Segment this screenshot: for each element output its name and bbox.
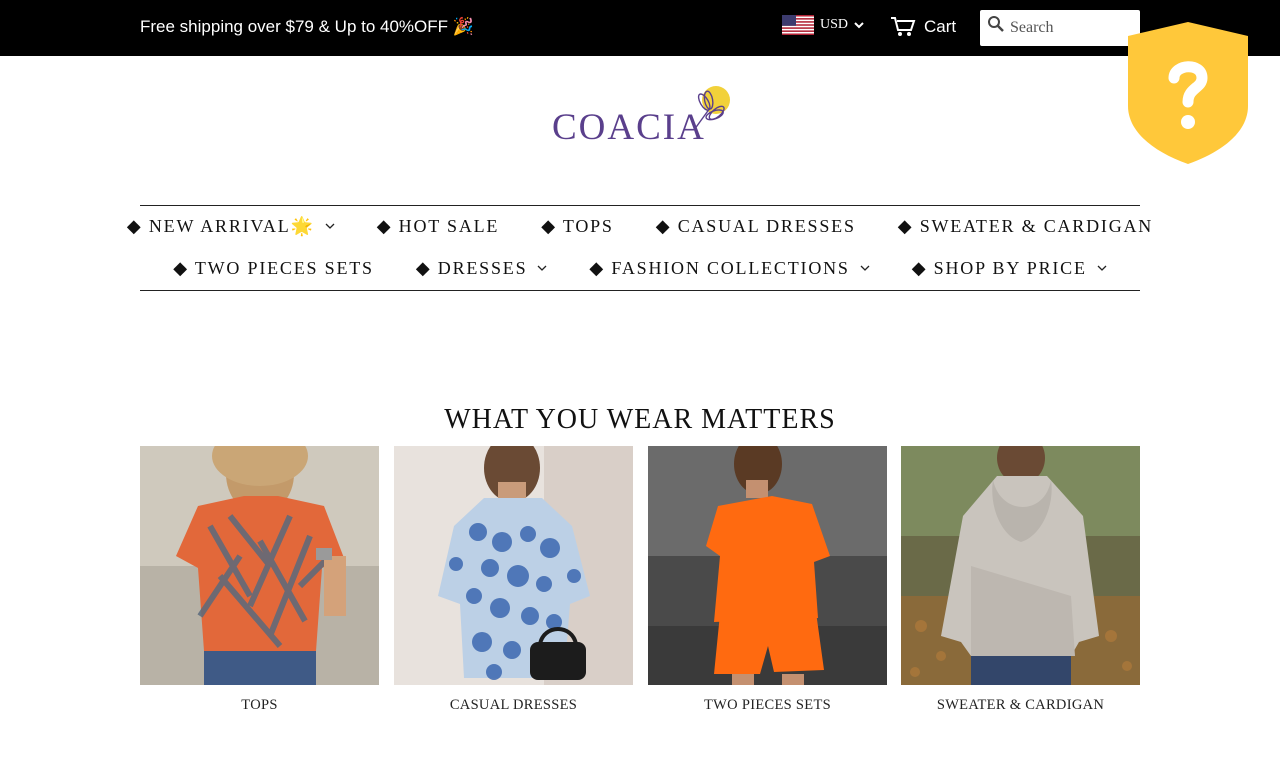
us-flag-icon xyxy=(782,15,814,35)
nav-item-label: ◆ CASUAL DRESSES xyxy=(655,215,856,236)
collection-image[interactable] xyxy=(394,446,633,685)
nav-item-new-arrival[interactable]: ◆ NEW ARRIVAL🌟 xyxy=(127,215,335,237)
collection-card-sweater-cardigan[interactable]: SWEATER & CARDIGAN xyxy=(901,446,1140,714)
nav-item-label: ◆ DRESSES xyxy=(415,257,528,278)
site-logo[interactable]: COACIA xyxy=(550,84,740,150)
blue-dot-print-dress-photo xyxy=(394,446,633,685)
search-input[interactable] xyxy=(1010,16,1132,40)
nav-item-casual-dresses[interactable]: ◆ CASUAL DRESSES xyxy=(656,215,856,237)
main-navigation: ◆ NEW ARRIVAL🌟 ◆ HOT SALE ◆ TOPS ◆ CASUA… xyxy=(127,205,1151,291)
chevron-down-icon xyxy=(537,265,547,271)
nav-item-label: ◆ TOPS xyxy=(541,215,614,236)
section-title: WHAT YOU WEAR MATTERS xyxy=(444,404,836,435)
nav-row: ◆ TWO PIECES SETS ◆ DRESSES ◆ FASHION CO… xyxy=(140,257,1140,279)
cart-link[interactable]: Cart xyxy=(890,14,956,40)
currency-code: USD xyxy=(820,17,849,32)
orange-leaf-print-tshirt-photo xyxy=(140,446,379,685)
nav-item-label: ◆ FASHION COLLECTIONS xyxy=(589,257,850,278)
announcement-bar: Free shipping over $79 & Up to 40%OFF 🎉 … xyxy=(0,0,1280,56)
collection-image[interactable] xyxy=(648,446,887,685)
collection-image[interactable] xyxy=(140,446,379,685)
grey-cowl-neck-sweater-photo xyxy=(901,446,1140,685)
nav-item-dresses[interactable]: ◆ DRESSES xyxy=(416,257,548,279)
nav-item-sweater-cardigan[interactable]: ◆ SWEATER & CARDIGAN xyxy=(898,215,1153,237)
collection-card-casual-dresses[interactable]: CASUAL DRESSES xyxy=(394,446,633,714)
chevron-down-icon xyxy=(1097,265,1107,271)
nav-item-hot-sale[interactable]: ◆ HOT SALE xyxy=(377,215,500,237)
chevron-down-icon xyxy=(860,265,870,271)
nav-row: ◆ NEW ARRIVAL🌟 ◆ HOT SALE ◆ TOPS ◆ CASUA… xyxy=(127,215,1151,237)
search-box[interactable] xyxy=(980,10,1140,46)
nav-item-two-pieces-sets[interactable]: ◆ TWO PIECES SETS xyxy=(173,257,374,279)
collection-label[interactable]: TOPS xyxy=(140,697,379,714)
nav-item-label: ◆ SHOP BY PRICE xyxy=(911,257,1087,278)
nav-item-shop-by-price[interactable]: ◆ SHOP BY PRICE xyxy=(912,257,1107,279)
cart-label: Cart xyxy=(924,17,957,36)
nav-item-tops[interactable]: ◆ TOPS xyxy=(541,215,614,237)
collection-card-two-pieces-sets[interactable]: TWO PIECES SETS xyxy=(648,446,887,714)
announcement-text: Free shipping over $79 & Up to 40%OFF 🎉 xyxy=(140,17,474,36)
search-icon[interactable] xyxy=(987,15,1005,33)
chevron-down-icon xyxy=(854,22,864,29)
nav-item-label: ◆ NEW ARRIVAL🌟 xyxy=(126,215,315,236)
nav-item-label: ◆ HOT SALE xyxy=(376,215,500,236)
collection-label[interactable]: SWEATER & CARDIGAN xyxy=(901,697,1140,714)
collection-card-tops[interactable]: TOPS xyxy=(140,446,379,714)
collection-image[interactable] xyxy=(901,446,1140,685)
chevron-down-icon xyxy=(325,223,335,229)
nav-item-label: ◆ SWEATER & CARDIGAN xyxy=(897,215,1154,236)
collection-label[interactable]: TWO PIECES SETS xyxy=(648,697,887,714)
flower-logo-icon xyxy=(693,86,730,131)
nav-item-fashion-collections[interactable]: ◆ FASHION COLLECTIONS xyxy=(589,257,870,279)
currency-selector[interactable]: USD xyxy=(782,14,864,36)
logo-text: COACIA xyxy=(552,107,706,148)
collection-label[interactable]: CASUAL DRESSES xyxy=(394,697,633,714)
cart-icon xyxy=(891,17,916,36)
question-shield-icon[interactable] xyxy=(1126,20,1250,166)
nav-item-label: ◆ TWO PIECES SETS xyxy=(173,257,374,278)
orange-two-piece-set-photo xyxy=(648,446,887,685)
